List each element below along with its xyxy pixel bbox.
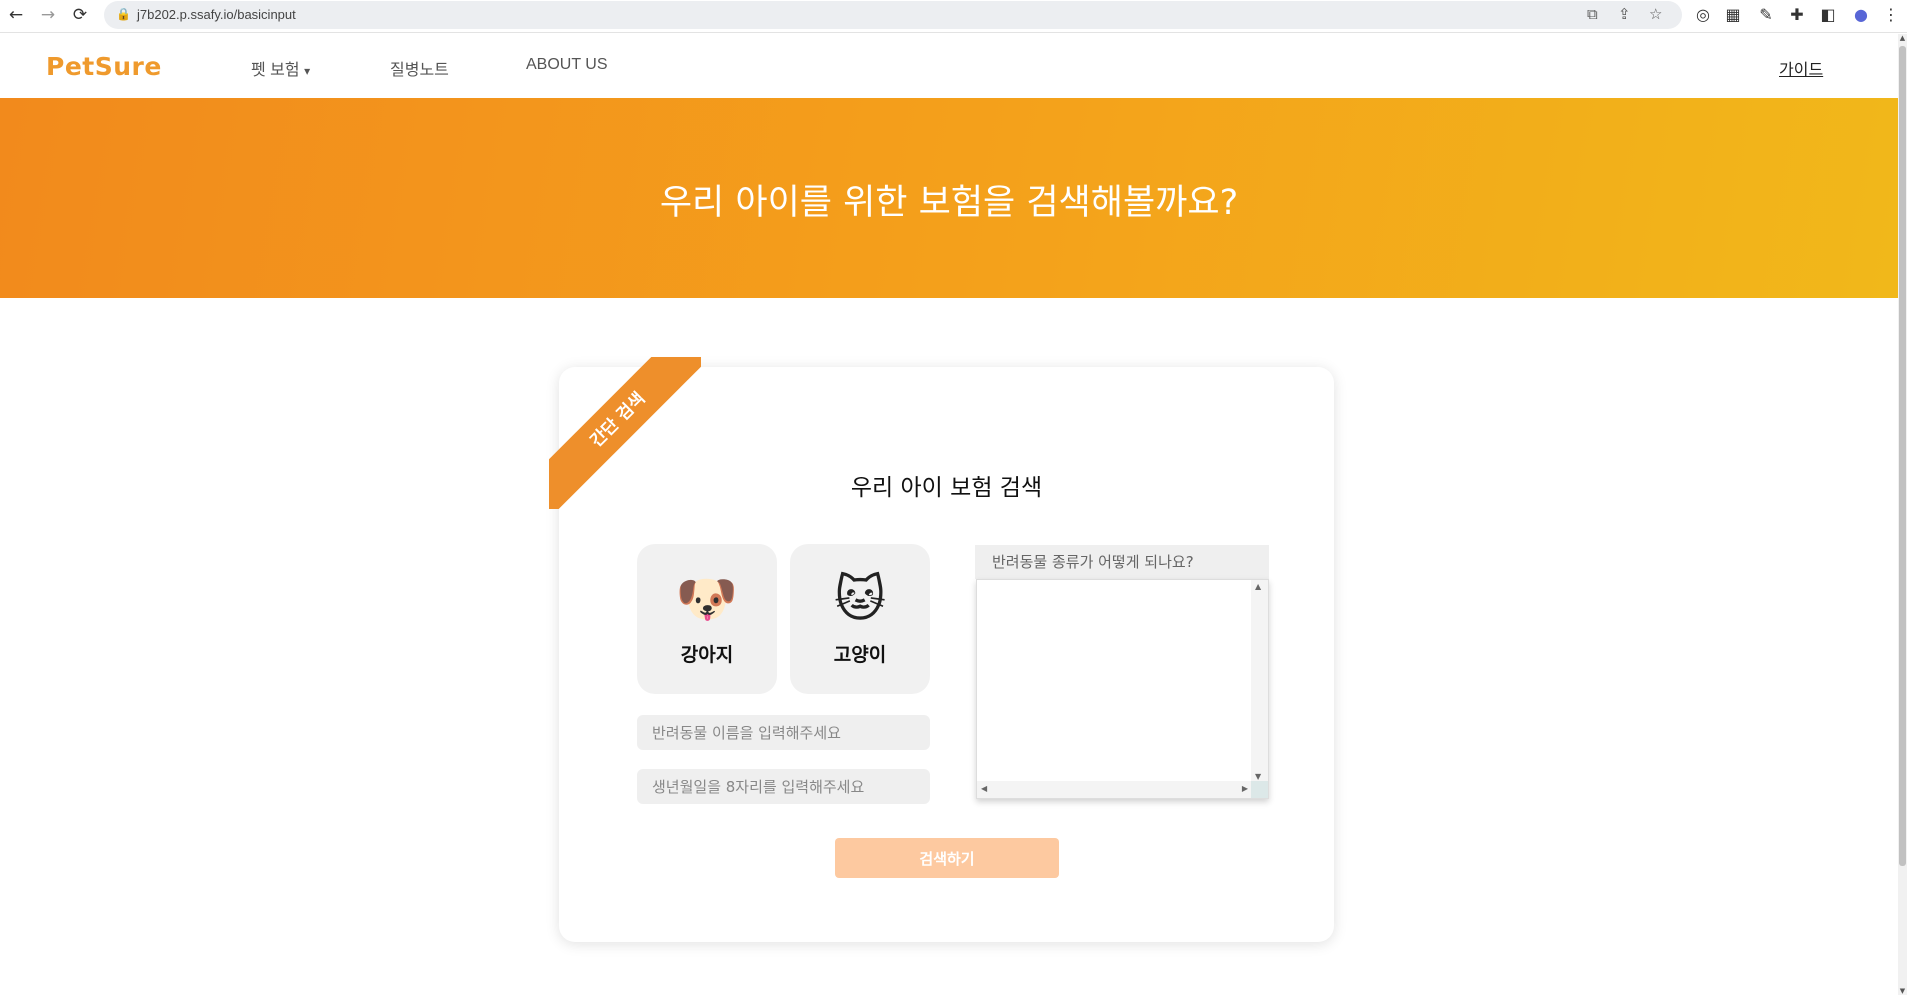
card-title: 우리 아이 보험 검색 (850, 475, 1043, 501)
pet-option-dog[interactable]: 🐶 강아지 (637, 544, 777, 694)
sidepanel-icon[interactable]: ◧ (1817, 5, 1839, 24)
scroll-up-icon[interactable]: ▲ (1255, 582, 1261, 591)
translate-icon[interactable]: ⧉ (1587, 5, 1598, 23)
menu-kebab-icon[interactable]: ⋮ (1880, 5, 1902, 24)
url-text[interactable]: j7b202.p.ssafy.io/basicinput (137, 7, 296, 22)
hero-banner: 우리 아이를 위한 보험을 검색해볼까요? (0, 98, 1898, 298)
reload-icon[interactable]: ⟳ (69, 4, 91, 26)
lock-icon: 🔒 (116, 7, 131, 21)
profile-icon[interactable]: ● (1850, 5, 1872, 24)
extension-icon[interactable]: ✎ (1755, 5, 1777, 24)
cat-icon: 🐱 (833, 570, 887, 628)
nav-disease-note[interactable]: 질병노트 (390, 56, 449, 80)
pet-option-cat[interactable]: 🐱 고양이 (790, 544, 930, 694)
nav-about-us[interactable]: ABOUT US (526, 56, 608, 74)
pet-option-label: 강아지 (680, 644, 734, 666)
scroll-down-icon[interactable]: ▼ (1898, 987, 1907, 995)
chevron-down-icon: ▾ (304, 64, 311, 78)
logo[interactable]: PetSure (46, 52, 162, 81)
site-navbar: PetSure 펫 보험 ▾ 질병노트 ABOUT US 가이드 (0, 34, 1898, 98)
pet-name-input[interactable] (637, 715, 930, 750)
nav-label: 펫 보험 (251, 62, 300, 79)
vertical-scrollbar[interactable]: ▲ ▼ (1251, 580, 1268, 783)
hero-title: 우리 아이를 위한 보험을 검색해볼까요? (659, 183, 1239, 223)
species-search-input[interactable]: 반려동물 종류가 어떻게 되나요? (975, 545, 1269, 579)
scroll-right-icon[interactable]: ▶ (1242, 784, 1248, 793)
back-icon[interactable]: ← (5, 4, 27, 26)
address-bar[interactable]: 🔒 j7b202.p.ssafy.io/basicinput ⧉ ⇪ ☆ (104, 1, 1682, 29)
nav-guide[interactable]: 가이드 (1779, 56, 1823, 80)
browser-toolbar: ← → ⟳ 🔒 j7b202.p.ssafy.io/basicinput ⧉ ⇪… (0, 0, 1907, 33)
page-scrollbar[interactable]: ▲ ▼ (1898, 34, 1907, 995)
horizontal-scrollbar[interactable]: ◀ ▶ (977, 781, 1252, 798)
scroll-left-icon[interactable]: ◀ (981, 784, 987, 793)
scroll-down-icon[interactable]: ▼ (1255, 772, 1261, 781)
extension-icon[interactable]: ▦ (1722, 5, 1744, 24)
nav-pet-insurance[interactable]: 펫 보험 ▾ (251, 56, 310, 80)
share-icon[interactable]: ⇪ (1618, 5, 1631, 23)
scroll-up-icon[interactable]: ▲ (1898, 34, 1907, 42)
scrollbar-corner (1251, 781, 1268, 798)
forward-icon[interactable]: → (37, 4, 59, 26)
species-list[interactable]: ▲ ▼ ◀ ▶ (976, 579, 1269, 799)
birthdate-input[interactable] (637, 769, 930, 804)
pet-option-label: 고양이 (833, 644, 887, 666)
scrollbar-thumb[interactable] (1899, 46, 1906, 866)
bookmark-star-icon[interactable]: ☆ (1649, 5, 1662, 23)
puzzle-icon[interactable]: ✚ (1786, 5, 1808, 24)
extension-icon[interactable]: ◎ (1692, 5, 1714, 24)
dog-icon: 🐶 (675, 570, 739, 628)
search-button[interactable]: 검색하기 (835, 838, 1059, 878)
